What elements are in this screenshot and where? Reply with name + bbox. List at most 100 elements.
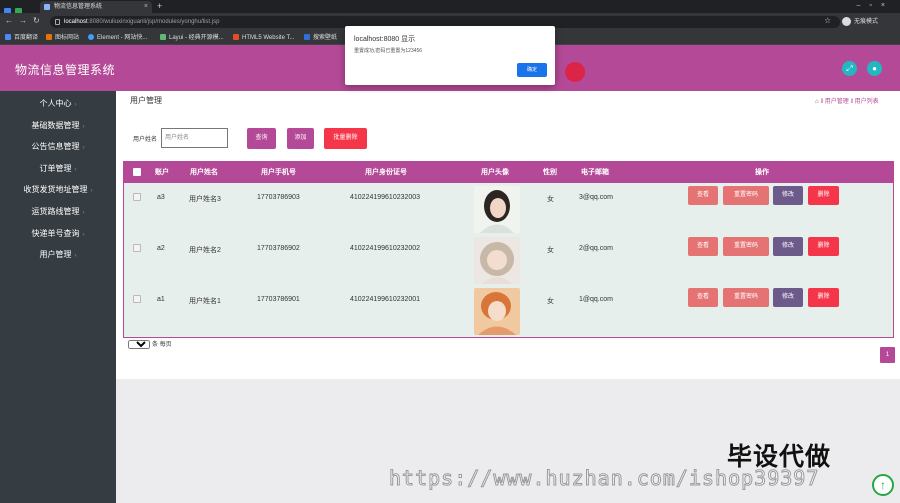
avatar-image [474, 186, 520, 233]
delete-button[interactable]: 删除 [808, 186, 839, 205]
view-button[interactable]: 查看 [688, 186, 718, 205]
row-checkbox[interactable] [133, 295, 141, 303]
chevron-icon: › [90, 188, 93, 194]
chevron-icon: › [74, 102, 77, 108]
batch-delete-button[interactable]: 批量删除 [324, 128, 367, 149]
bookmark-item[interactable]: Element - 网站快... [88, 33, 147, 43]
tab-close-icon[interactable]: × [144, 1, 148, 13]
bookmark-star-icon[interactable]: ☆ [824, 16, 831, 25]
user-avatar [474, 186, 520, 233]
delete-button[interactable]: 删除 [808, 288, 839, 307]
view-button[interactable]: 查看 [688, 237, 718, 256]
reset-password-button[interactable]: 重置密码 [723, 186, 769, 205]
breadcrumb-text[interactable]: ‖ 用户管理 ‖ 用户列表 [821, 99, 879, 105]
breadcrumb: ⌂ ‖ 用户管理 ‖ 用户列表 [815, 96, 879, 105]
cell-account: a1 [157, 296, 165, 303]
bookmark-item[interactable]: 百度翻译 [5, 33, 38, 43]
app-title: 物流信息管理系统 [15, 63, 116, 77]
sidebar-item-tracking[interactable]: 快递单号查询 › [0, 224, 116, 244]
col-idcard: 用户身份证号 [365, 169, 407, 176]
cell-name: 用户姓名3 [189, 196, 221, 203]
table-row: a3 用户姓名3 17703786903 410224199610232003 … [124, 184, 893, 235]
chevron-icon: › [82, 232, 85, 238]
alert-dialog: localhost:8080 显示 重置成功,密码已重置为123456 确定 [345, 26, 555, 85]
bookmark-favicon-icon [46, 34, 52, 41]
reset-password-button[interactable]: 重置密码 [723, 237, 769, 256]
bookmark-favicon-icon [88, 34, 94, 41]
cell-name: 用户姓名1 [189, 298, 221, 305]
info-icon[interactable] [55, 19, 60, 25]
bookmark-favicon-icon [160, 34, 166, 41]
edit-button[interactable]: 修改 [773, 186, 803, 205]
view-button[interactable]: 查看 [688, 288, 718, 307]
scroll-top-icon[interactable]: ↑ [872, 474, 894, 496]
browser-tab[interactable]: 物流信息管理系统 × [40, 1, 152, 13]
per-page-label: 条 每页 [152, 342, 172, 348]
cell-gender: 女 [547, 196, 554, 203]
avatar-image [474, 288, 520, 335]
table-row: a1 用户姓名1 17703786901 410224199610232001 … [124, 286, 893, 337]
cell-gender: 女 [547, 298, 554, 305]
edit-button[interactable]: 修改 [773, 237, 803, 256]
sidebar-item-orders[interactable]: 订单管理 › [0, 159, 116, 179]
sidebar-item-notice[interactable]: 公告信息管理 › [0, 137, 116, 157]
bookmark-favicon-icon [304, 34, 310, 41]
bookmark-item[interactable]: 搜索壁纸 [304, 33, 337, 43]
new-tab-button[interactable]: + [157, 0, 162, 12]
col-phone: 用户手机号 [261, 169, 296, 176]
dialog-message: 重置成功,密码已重置为123456 [354, 48, 423, 54]
row-checkbox[interactable] [133, 244, 141, 252]
sidebar-item-address[interactable]: 收货发货地址管理 › [0, 180, 116, 200]
row-checkbox[interactable] [133, 193, 141, 201]
user-icon[interactable]: ● [867, 61, 882, 76]
select-all-checkbox[interactable] [133, 168, 141, 176]
nav-buttons[interactable]: ←→↻ [5, 16, 46, 25]
reset-password-button[interactable]: 重置密码 [723, 288, 769, 307]
page-size-select[interactable]: 10 [128, 340, 150, 349]
bookmark-item[interactable]: Layui - 经典开源模... [160, 33, 224, 43]
dialog-ok-button[interactable]: 确定 [517, 63, 547, 77]
fullscreen-icon[interactable]: ⤢ [842, 61, 857, 76]
chevron-icon: › [74, 167, 77, 173]
cell-email: 2@qq.com [579, 245, 613, 252]
cell-idcard: 410224199610232002 [350, 245, 421, 252]
bookmark-item[interactable]: HTML5 Website T... [233, 33, 294, 43]
bookmark-item[interactable]: 图标网站 [46, 33, 79, 43]
search-input[interactable]: 用户姓名 [161, 128, 228, 148]
sidebar: 个人中心 › 基础数据管理 › 公告信息管理 › 订单管理 › 收货发货地址管理 › 运货… [0, 91, 116, 503]
sidebar-item-route[interactable]: 运货路线管理 › [0, 202, 116, 222]
url-host: localhost [64, 19, 88, 25]
sidebar-item-personal[interactable]: 个人中心 › [0, 94, 116, 114]
incognito-indicator[interactable]: 无痕模式 [842, 16, 878, 28]
incognito-icon [842, 16, 851, 26]
delete-button[interactable]: 删除 [808, 237, 839, 256]
edit-button[interactable]: 修改 [773, 288, 803, 307]
user-avatar [474, 288, 520, 335]
home-icon[interactable]: ⌂ [815, 99, 819, 105]
window-controls[interactable]: –▫× [857, 0, 894, 12]
cell-account: a3 [157, 194, 165, 201]
cell-idcard: 410224199610232003 [350, 194, 421, 201]
sidebar-item-base-data[interactable]: 基础数据管理 › [0, 116, 116, 136]
page-title: 用户管理 [130, 96, 162, 105]
sidebar-item-users[interactable]: 用户管理 › [0, 245, 116, 265]
tab-favicon-icon [44, 4, 50, 10]
bookmark-favicon-icon [5, 34, 11, 41]
cell-phone: 17703786903 [257, 194, 300, 201]
incognito-label: 无痕模式 [854, 19, 879, 25]
cell-phone: 17703786901 [257, 296, 300, 303]
cell-phone: 17703786902 [257, 245, 300, 252]
dialog-title: localhost:8080 显示 [354, 36, 416, 43]
col-email: 电子邮箱 [581, 169, 609, 176]
cell-gender: 女 [547, 247, 554, 254]
cell-email: 1@qq.com [579, 296, 613, 303]
page-number-button[interactable]: 1 [880, 347, 895, 363]
cell-email: 3@qq.com [579, 194, 613, 201]
add-button[interactable]: 添加 [287, 128, 314, 149]
col-actions: 操作 [755, 169, 769, 176]
chevron-icon: › [74, 253, 77, 259]
chevron-icon: › [82, 145, 85, 151]
chevron-icon: › [82, 210, 85, 216]
query-button[interactable]: 查询 [247, 128, 276, 149]
tab-title: 物流信息管理系统 [54, 4, 103, 10]
